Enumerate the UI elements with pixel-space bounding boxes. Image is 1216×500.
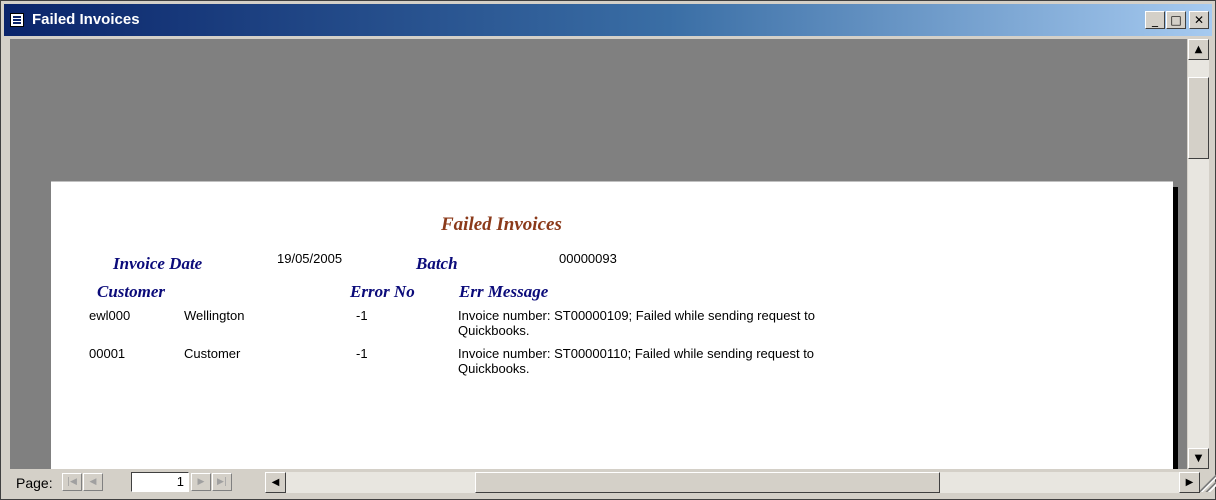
customer-name: Customer (184, 346, 241, 361)
maximize-icon: □ (1170, 13, 1182, 27)
page-label: Page: (16, 475, 53, 491)
vertical-scrollbar[interactable]: ▲ ▼ (1188, 39, 1209, 469)
invoice-date-label: Invoice Date (113, 254, 203, 273)
first-record-icon: |◀ (67, 477, 77, 487)
scroll-left-icon[interactable]: ◀ (265, 472, 286, 493)
resize-grip-icon[interactable] (1200, 474, 1216, 492)
print-preview-area[interactable]: Failed Invoices Invoice Date 19/05/2005 … (10, 39, 1187, 469)
close-button[interactable]: ✕ (1189, 11, 1209, 29)
scroll-up-icon[interactable]: ▲ (1188, 39, 1209, 60)
record-navigation-bar: Page: |◀ ◀ 1 ▶ ▶| ◀ ▶ (10, 470, 1216, 494)
report-window-icon[interactable] (10, 13, 24, 27)
last-page-button[interactable]: ▶| (212, 473, 232, 491)
scroll-right-icon[interactable]: ▶ (1179, 472, 1200, 493)
close-icon: ✕ (1193, 13, 1205, 27)
report-page: Failed Invoices Invoice Date 19/05/2005 … (51, 181, 1173, 469)
error-message: Invoice number: ST00000109; Failed while… (458, 308, 815, 338)
next-record-icon: ▶ (197, 477, 205, 487)
maximize-button[interactable]: □ (1166, 11, 1186, 29)
customer-code: ewl000 (89, 308, 131, 323)
minimize-icon: _ (1152, 13, 1158, 27)
horizontal-scroll-thumb[interactable] (475, 472, 940, 493)
scroll-down-icon[interactable]: ▼ (1188, 448, 1209, 469)
window-title: Failed Invoices (32, 11, 140, 28)
first-page-button[interactable]: |◀ (62, 473, 82, 491)
batch-value: 00000093 (559, 251, 617, 266)
previous-record-icon: ◀ (89, 477, 97, 487)
invoice-date-value: 19/05/2005 (277, 251, 343, 266)
err-message-header: Err Message (459, 282, 549, 301)
error-number: -1 (356, 308, 368, 323)
error-message: Invoice number: ST00000110; Failed while… (458, 346, 815, 376)
report-window: Failed Invoices _ □ ✕ Failed Invoices In… (0, 0, 1216, 500)
title-bar[interactable]: Failed Invoices _ □ ✕ (4, 4, 1212, 36)
error-number: -1 (356, 346, 368, 361)
customer-header: Customer (97, 282, 166, 301)
report-title: Failed Invoices (441, 214, 562, 235)
error-no-header: Error No (350, 282, 415, 301)
vertical-scroll-thumb[interactable] (1188, 77, 1209, 159)
batch-label: Batch (416, 254, 458, 273)
next-page-button[interactable]: ▶ (191, 473, 211, 491)
customer-name: Wellington (184, 308, 245, 323)
horizontal-scrollbar[interactable]: ◀ ▶ (265, 472, 1200, 493)
page-shadow (1173, 187, 1178, 469)
minimize-button[interactable]: _ (1145, 11, 1165, 29)
last-record-icon: ▶| (217, 477, 227, 487)
customer-code: 00001 (89, 346, 126, 361)
page-number-input[interactable]: 1 (131, 472, 189, 492)
previous-page-button[interactable]: ◀ (83, 473, 103, 491)
